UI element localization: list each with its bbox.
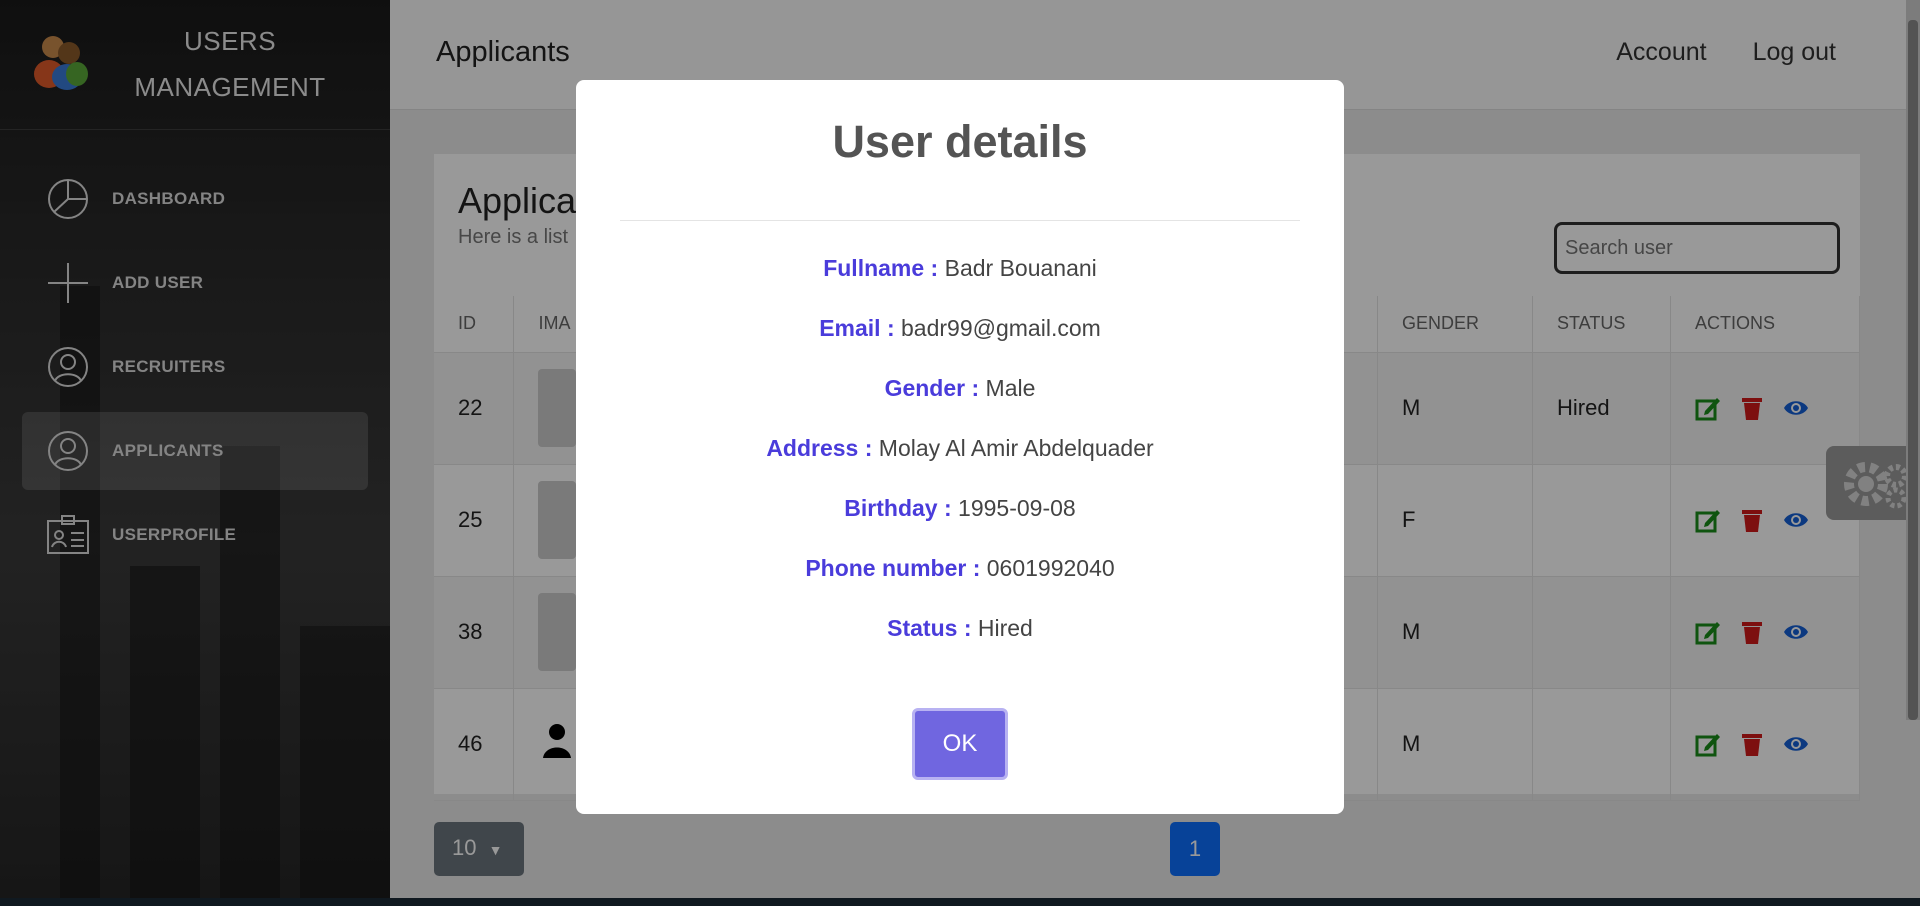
detail-label: Address :	[766, 435, 873, 461]
detail-email: Email : badr99@gmail.com	[576, 308, 1344, 368]
detail-label: Gender :	[884, 375, 980, 401]
modal-title: User details	[832, 116, 1088, 167]
detail-gender: Gender : Male	[576, 368, 1344, 428]
detail-label: Fullname :	[823, 255, 939, 281]
detail-label: Phone number :	[805, 555, 981, 581]
detail-birthday: Birthday : 1995-09-08	[576, 488, 1344, 548]
detail-label: Birthday :	[844, 495, 952, 521]
detail-value: 1995-09-08	[958, 495, 1076, 521]
detail-status: Status : Hired	[576, 608, 1344, 668]
detail-phone: Phone number : 0601992040	[576, 548, 1344, 608]
detail-value: 0601992040	[986, 555, 1115, 581]
detail-value: Male	[985, 375, 1036, 401]
detail-value: Badr Bouanani	[944, 255, 1097, 281]
ok-button[interactable]: OK	[912, 708, 1008, 780]
detail-value: Molay Al Amir Abdelquader	[878, 435, 1154, 461]
detail-value: Hired	[977, 615, 1033, 641]
detail-label: Email :	[819, 315, 895, 341]
detail-value: badr99@gmail.com	[901, 315, 1101, 341]
detail-label: Status :	[887, 615, 972, 641]
detail-address: Address : Molay Al Amir Abdelquader	[576, 428, 1344, 488]
user-details-list: Fullname : Badr Bouanani Email : badr99@…	[576, 248, 1344, 668]
user-details-modal: User details Fullname : Badr Bouanani Em…	[576, 80, 1344, 814]
modal-divider	[620, 220, 1300, 221]
detail-fullname: Fullname : Badr Bouanani	[576, 248, 1344, 308]
